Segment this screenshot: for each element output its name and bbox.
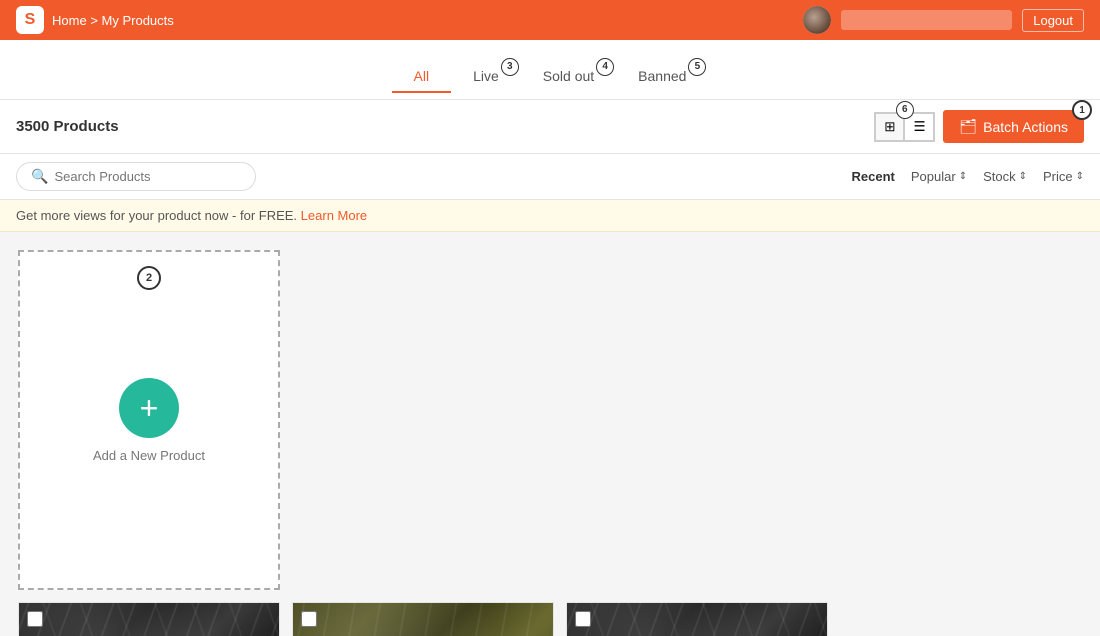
- logo: S: [16, 6, 44, 34]
- search-icon: 🔍: [31, 168, 48, 185]
- product-image-texture: [293, 603, 553, 636]
- soldout-badge: 4: [596, 58, 614, 76]
- popular-chevron-icon: ⇕: [959, 171, 967, 182]
- header-right: Logout: [803, 6, 1084, 34]
- search-box: 🔍: [16, 162, 256, 191]
- breadcrumb: Home > My Products: [52, 13, 174, 28]
- banned-badge: 5: [688, 58, 706, 76]
- current-page: My Products: [102, 13, 174, 28]
- product-cards-container: Boost Now MULBA for MacBook Pro 13 inch …: [12, 596, 834, 636]
- add-product-label: Add a New Product: [93, 448, 205, 463]
- avatar: [803, 6, 831, 34]
- logout-button[interactable]: Logout: [1022, 9, 1084, 32]
- product-checkbox[interactable]: [575, 611, 591, 627]
- search-input[interactable]: [54, 169, 241, 184]
- price-chevron-icon: ⇕: [1076, 171, 1084, 182]
- promo-banner: Get more views for your product now - fo…: [0, 200, 1100, 232]
- tab-all[interactable]: All: [392, 60, 452, 92]
- grid-icon: ⊞: [884, 119, 895, 135]
- product-checkbox[interactable]: [27, 611, 43, 627]
- batch-actions-button[interactable]: 1 🗂 Batch Actions: [943, 110, 1084, 143]
- sort-options: Recent Popular ⇕ Stock ⇕ Price ⇕: [852, 169, 1084, 184]
- username-input[interactable]: [841, 10, 1012, 30]
- tab-live[interactable]: Live 3: [451, 60, 521, 92]
- breadcrumb-separator: >: [90, 13, 98, 28]
- sort-popular[interactable]: Popular ⇕: [911, 169, 967, 184]
- sort-stock[interactable]: Stock ⇕: [983, 169, 1027, 184]
- tabs-container: All Live 3 Sold out 4 Banned 5: [0, 40, 1100, 100]
- product-image: [567, 603, 827, 636]
- product-image: [19, 603, 279, 636]
- product-card[interactable]: Boost Now MULBA for MacBook Pro 13 inch …: [566, 602, 828, 636]
- sort-recent[interactable]: Recent: [852, 169, 895, 184]
- product-image: [293, 603, 553, 636]
- header: S Home > My Products Logout: [0, 0, 1100, 40]
- search-sort-bar: 🔍 Recent Popular ⇕ Stock ⇕ Price ⇕: [0, 154, 1100, 200]
- toolbar-right: 6 ⊞ ☰ 1 🗂 Batch Actions: [874, 110, 1084, 143]
- live-badge: 3: [501, 58, 519, 76]
- view-toggle-badge: 6: [896, 101, 914, 119]
- product-image-texture: [567, 603, 827, 636]
- product-image-texture: [19, 603, 279, 636]
- toolbar: 3500 Products 6 ⊞ ☰ 1 🗂 Batch Actions: [0, 100, 1100, 154]
- batch-badge: 1: [1072, 100, 1092, 120]
- sort-price[interactable]: Price ⇕: [1043, 169, 1084, 184]
- tabs: All Live 3 Sold out 4 Banned 5: [392, 60, 709, 92]
- products-grid: 2 + Add a New Product Boost Now MULBA fo…: [0, 232, 1100, 636]
- product-card[interactable]: Boost Now MULBA for MacBook Pro 13 inch …: [18, 602, 280, 636]
- stock-chevron-icon: ⇕: [1019, 171, 1027, 182]
- promo-text: Get more views for your product now - fo…: [16, 208, 297, 223]
- add-product-badge: 2: [137, 266, 161, 290]
- add-icon: +: [119, 378, 179, 438]
- add-product-card[interactable]: 2 + Add a New Product: [18, 250, 280, 590]
- product-checkbox[interactable]: [301, 611, 317, 627]
- product-card[interactable]: Boost Now MULBA for MacBook Pro 13 inch …: [292, 602, 554, 636]
- header-left: S Home > My Products: [16, 6, 174, 34]
- tab-soldout[interactable]: Sold out 4: [521, 60, 616, 92]
- home-link[interactable]: Home: [52, 13, 87, 28]
- avatar-image: [803, 6, 831, 34]
- list-icon: ☰: [913, 119, 925, 135]
- learn-more-link[interactable]: Learn More: [301, 208, 367, 223]
- tab-banned[interactable]: Banned 5: [616, 60, 708, 92]
- product-count: 3500 Products: [16, 118, 119, 135]
- batch-icon: 🗂: [959, 118, 977, 135]
